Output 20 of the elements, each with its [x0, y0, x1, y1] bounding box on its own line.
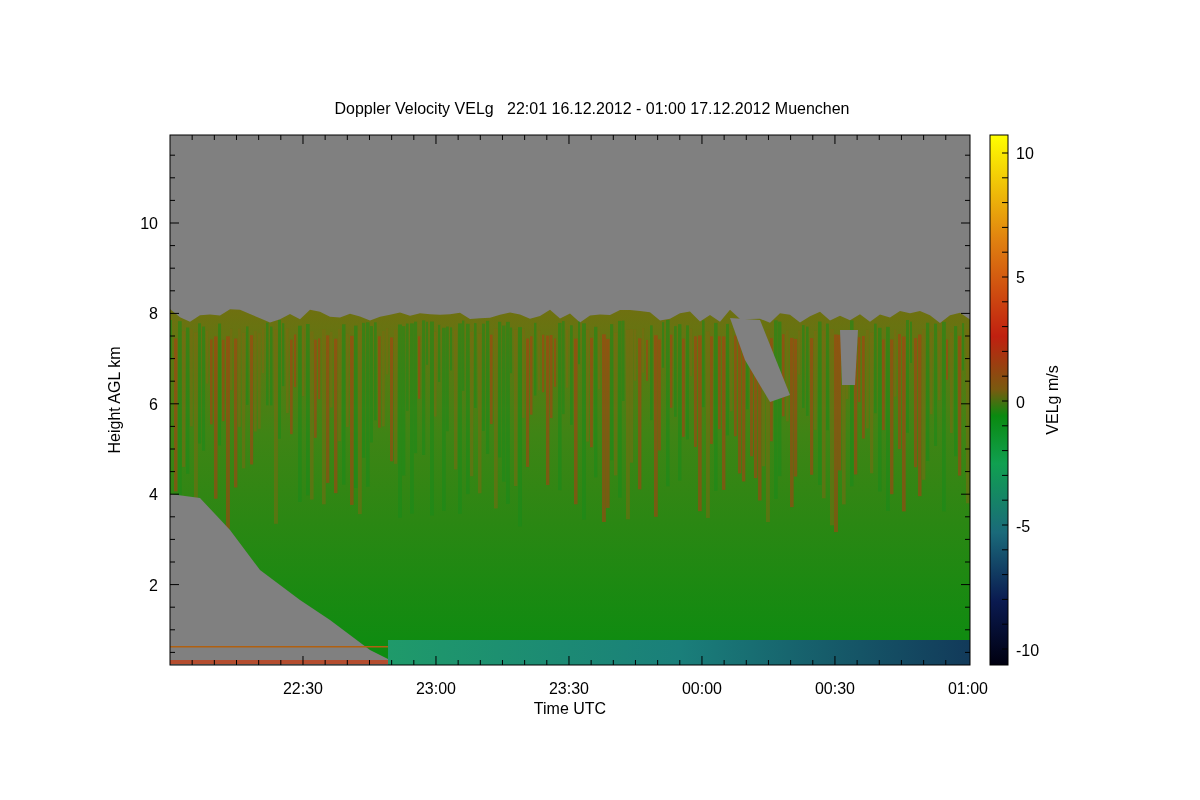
x-tick-label: 00:30 — [814, 680, 855, 697]
x-tick-label: 22:30 — [282, 680, 323, 697]
y-tick-label: 4 — [149, 486, 158, 504]
x-tick-label: 23:00 — [415, 680, 456, 697]
y-axis-label: Height AGL km — [106, 346, 123, 454]
colorbar-tick-label: 10 — [1016, 145, 1034, 162]
y-tick-label: 10 — [140, 215, 158, 232]
colorbar-tick-label: -5 — [1016, 517, 1031, 535]
x-tick-label: 00:00 — [681, 680, 722, 697]
x-tick-label: 01:00 — [947, 680, 988, 697]
colorbar-label: VELg m/s — [1044, 365, 1061, 435]
chart-title: Doppler Velocity VELg 22:01 16.12.2012 - 01:00 17.12.2012 Muenchen — [334, 100, 850, 117]
x-tick-label: 23:30 — [548, 680, 589, 697]
colorbar-tick-label: 0 — [1016, 393, 1025, 411]
colorbar-tick-label: 5 — [1016, 269, 1025, 287]
y-tick-label: 6 — [149, 395, 158, 413]
y-tick-label: 8 — [149, 305, 158, 323]
y-tick-label: 2 — [149, 576, 158, 594]
colorbar-tick-label: -10 — [1016, 642, 1040, 660]
x-axis-label: Time UTC — [533, 700, 607, 717]
